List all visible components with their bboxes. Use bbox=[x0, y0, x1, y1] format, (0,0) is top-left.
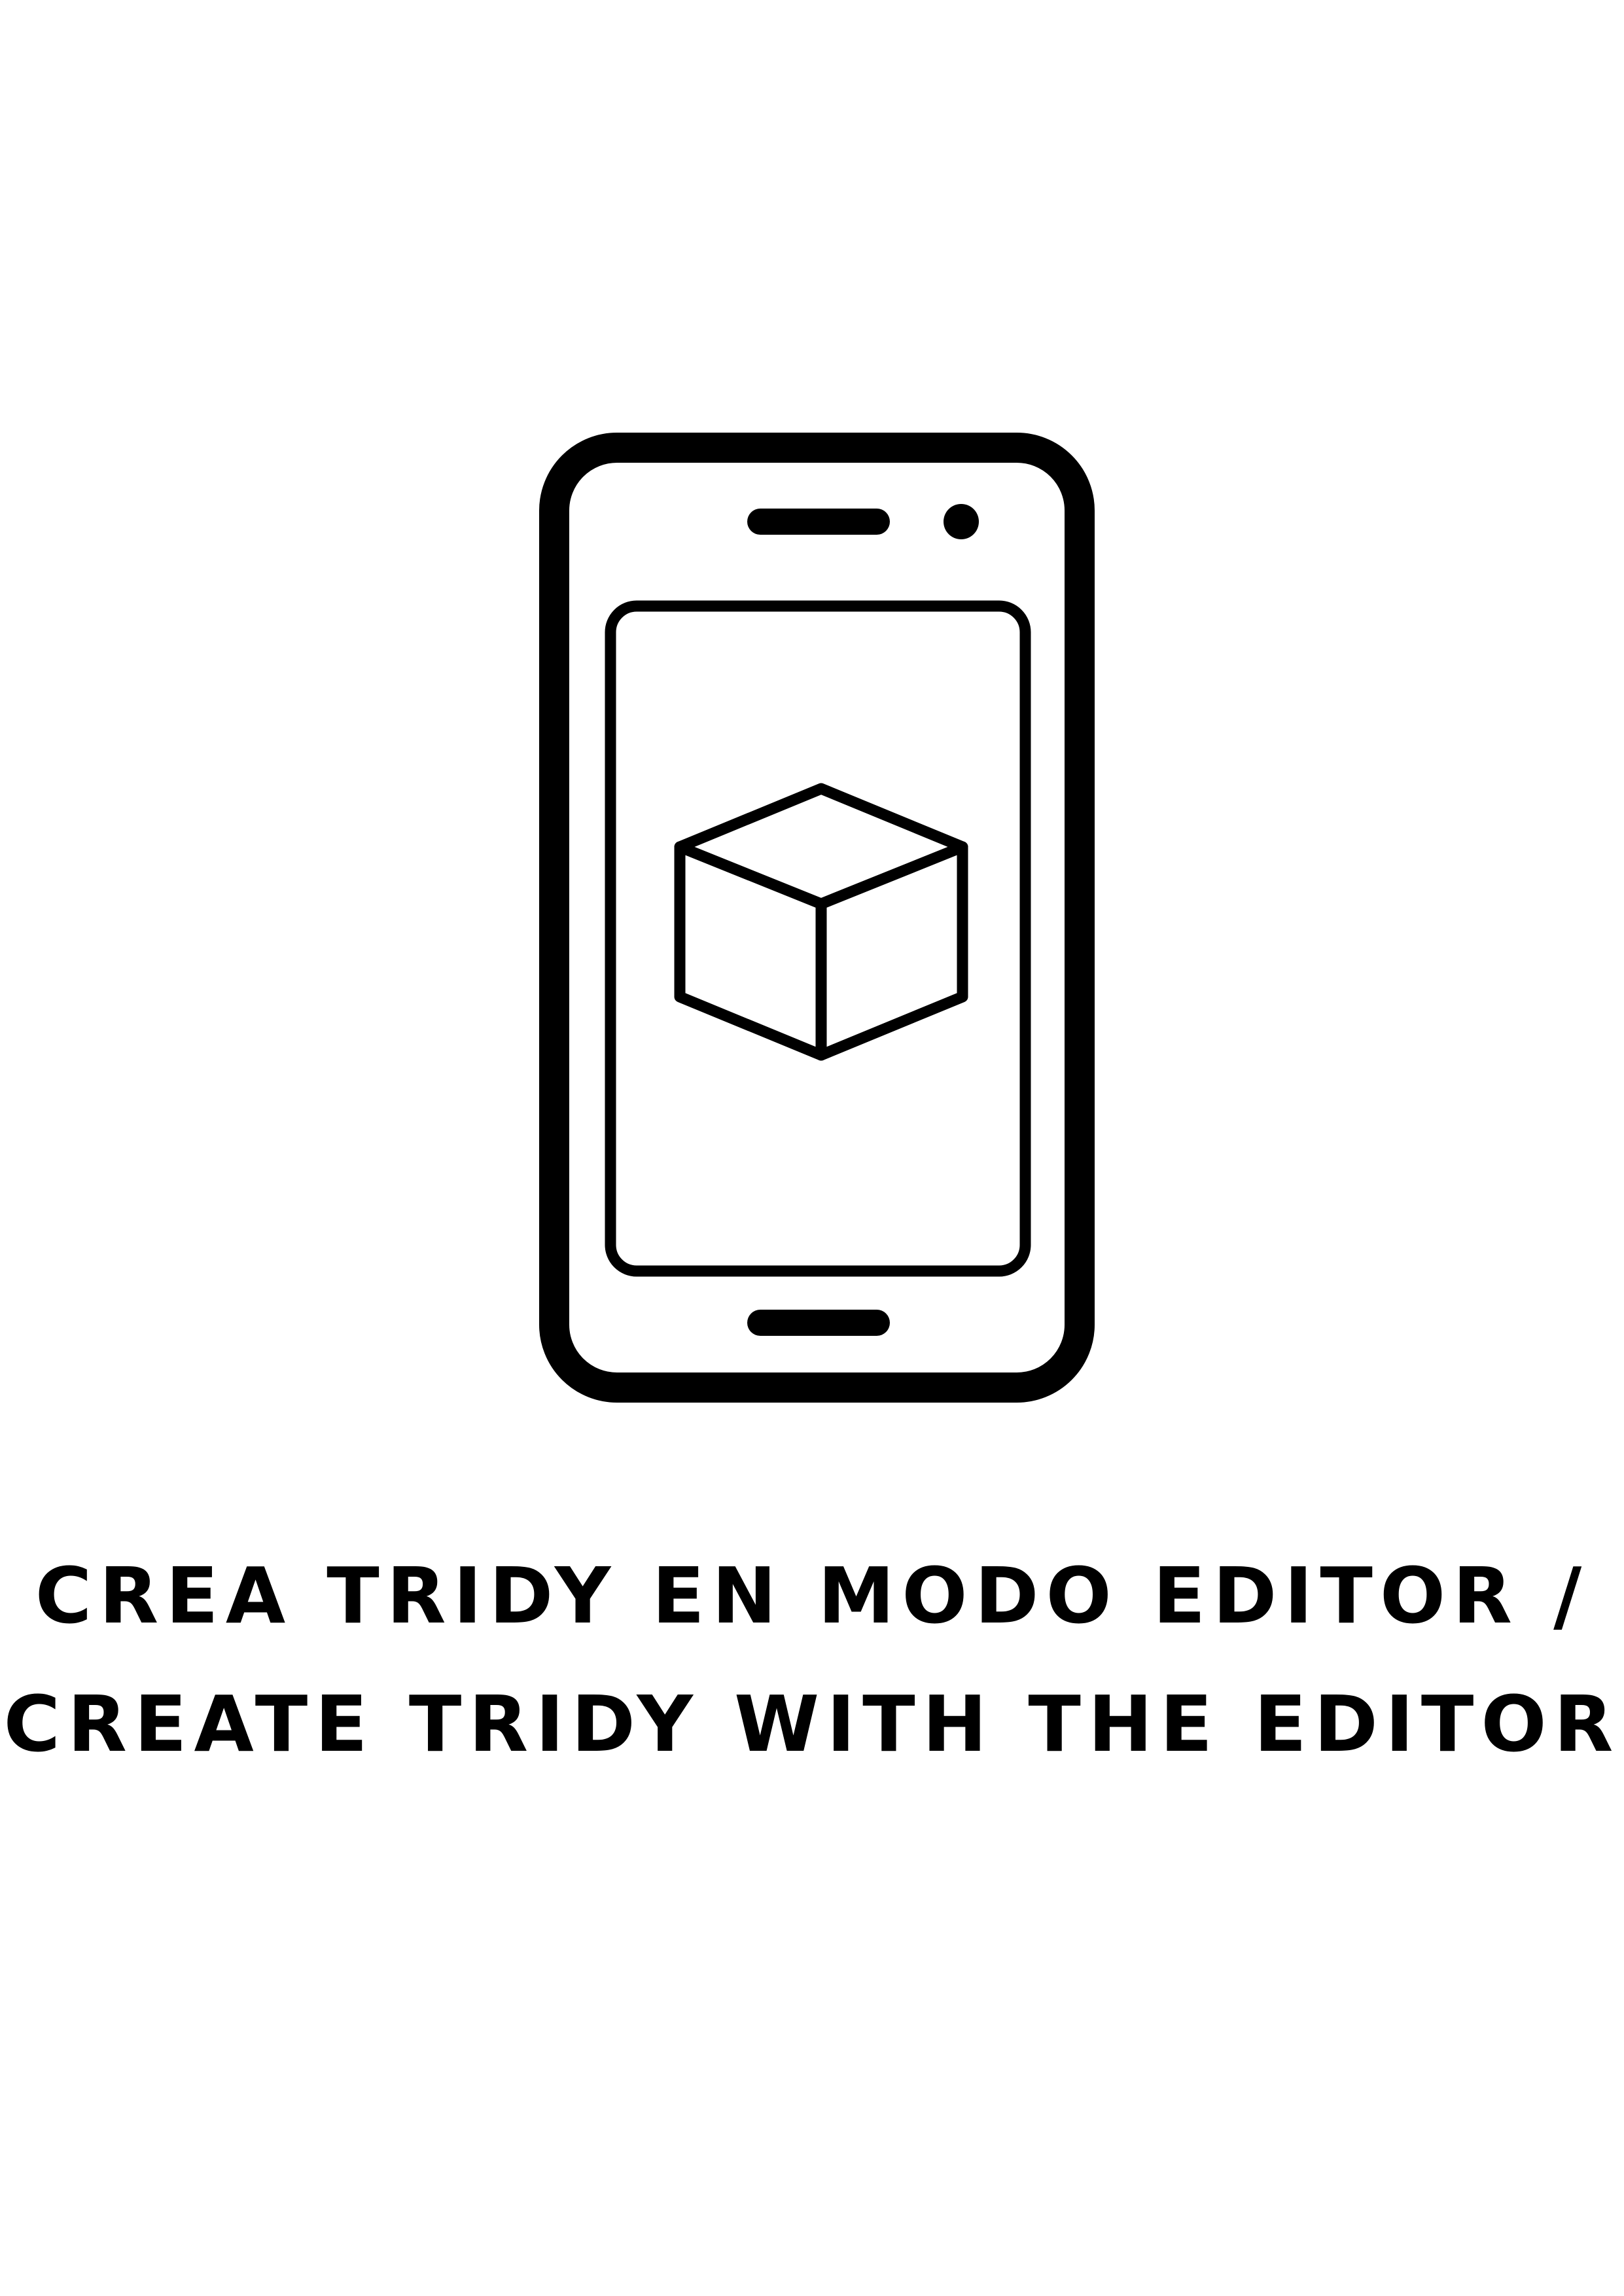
camera-dot bbox=[944, 504, 979, 539]
smartphone-icon bbox=[539, 433, 1095, 1403]
caption: CREA TRIDY EN MODO EDITOR / CREATE TRIDY… bbox=[0, 1532, 1624, 1788]
cube-icon bbox=[674, 783, 968, 1061]
caption-line-spanish: CREA TRIDY EN MODO EDITOR / bbox=[35, 1551, 1589, 1641]
caption-line-english: CREATE TRIDY WITH THE EDITOR bbox=[3, 1679, 1621, 1769]
